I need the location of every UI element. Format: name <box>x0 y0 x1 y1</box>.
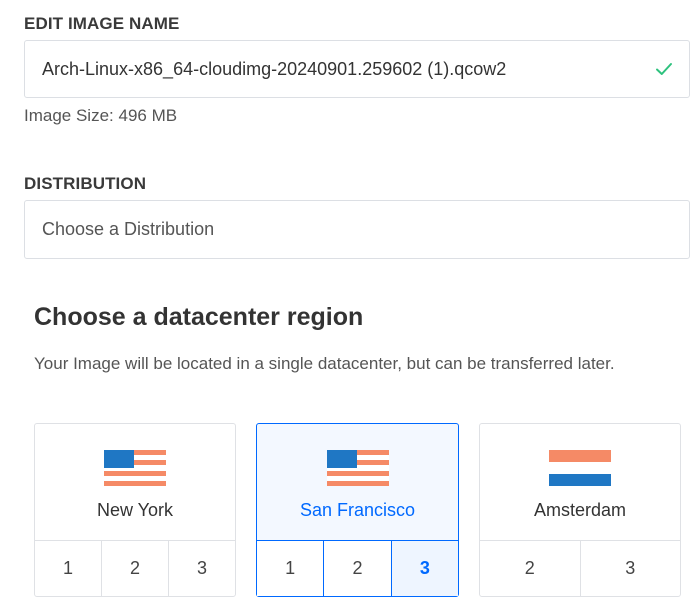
check-icon <box>656 63 672 75</box>
region-city-name: Amsterdam <box>533 500 627 520</box>
region-card-new-york[interactable]: New York 1 2 3 <box>34 423 236 597</box>
distribution-field[interactable] <box>24 200 690 259</box>
image-name-field[interactable] <box>24 40 690 98</box>
datacenter-number-row: 2 3 <box>480 540 680 596</box>
datacenter-number-option[interactable]: 3 <box>168 541 235 596</box>
distribution-label: DISTRIBUTION <box>24 174 147 193</box>
image-name-label: EDIT IMAGE NAME <box>24 14 180 33</box>
image-name-input[interactable] <box>25 41 689 97</box>
datacenter-number-option[interactable]: 2 <box>323 541 390 596</box>
us-flag-icon <box>104 450 166 486</box>
region-description: Your Image will be located in a single d… <box>34 354 615 373</box>
datacenter-number-option-selected[interactable]: 3 <box>390 541 458 596</box>
datacenter-number-row: 1 2 3 <box>257 540 458 596</box>
nl-flag-icon <box>549 450 611 486</box>
region-heading: Choose a datacenter region <box>34 303 364 331</box>
region-city-name: San Francisco <box>299 500 416 520</box>
region-card-san-francisco[interactable]: San Francisco 1 2 3 <box>256 423 459 597</box>
datacenter-number-option[interactable]: 1 <box>35 541 101 596</box>
image-size-text: Image Size: 496 MB <box>24 106 178 125</box>
distribution-input[interactable] <box>25 201 689 258</box>
datacenter-number-option[interactable]: 2 <box>480 541 580 596</box>
datacenter-number-option[interactable]: 2 <box>101 541 168 596</box>
datacenter-number-option[interactable]: 3 <box>579 541 681 596</box>
us-flag-icon <box>326 450 389 486</box>
datacenter-number-row: 1 2 3 <box>35 540 235 596</box>
region-city-name: New York <box>96 500 174 520</box>
region-card-amsterdam[interactable]: Amsterdam 2 3 <box>479 423 681 597</box>
datacenter-number-option[interactable]: 1 <box>257 541 323 596</box>
